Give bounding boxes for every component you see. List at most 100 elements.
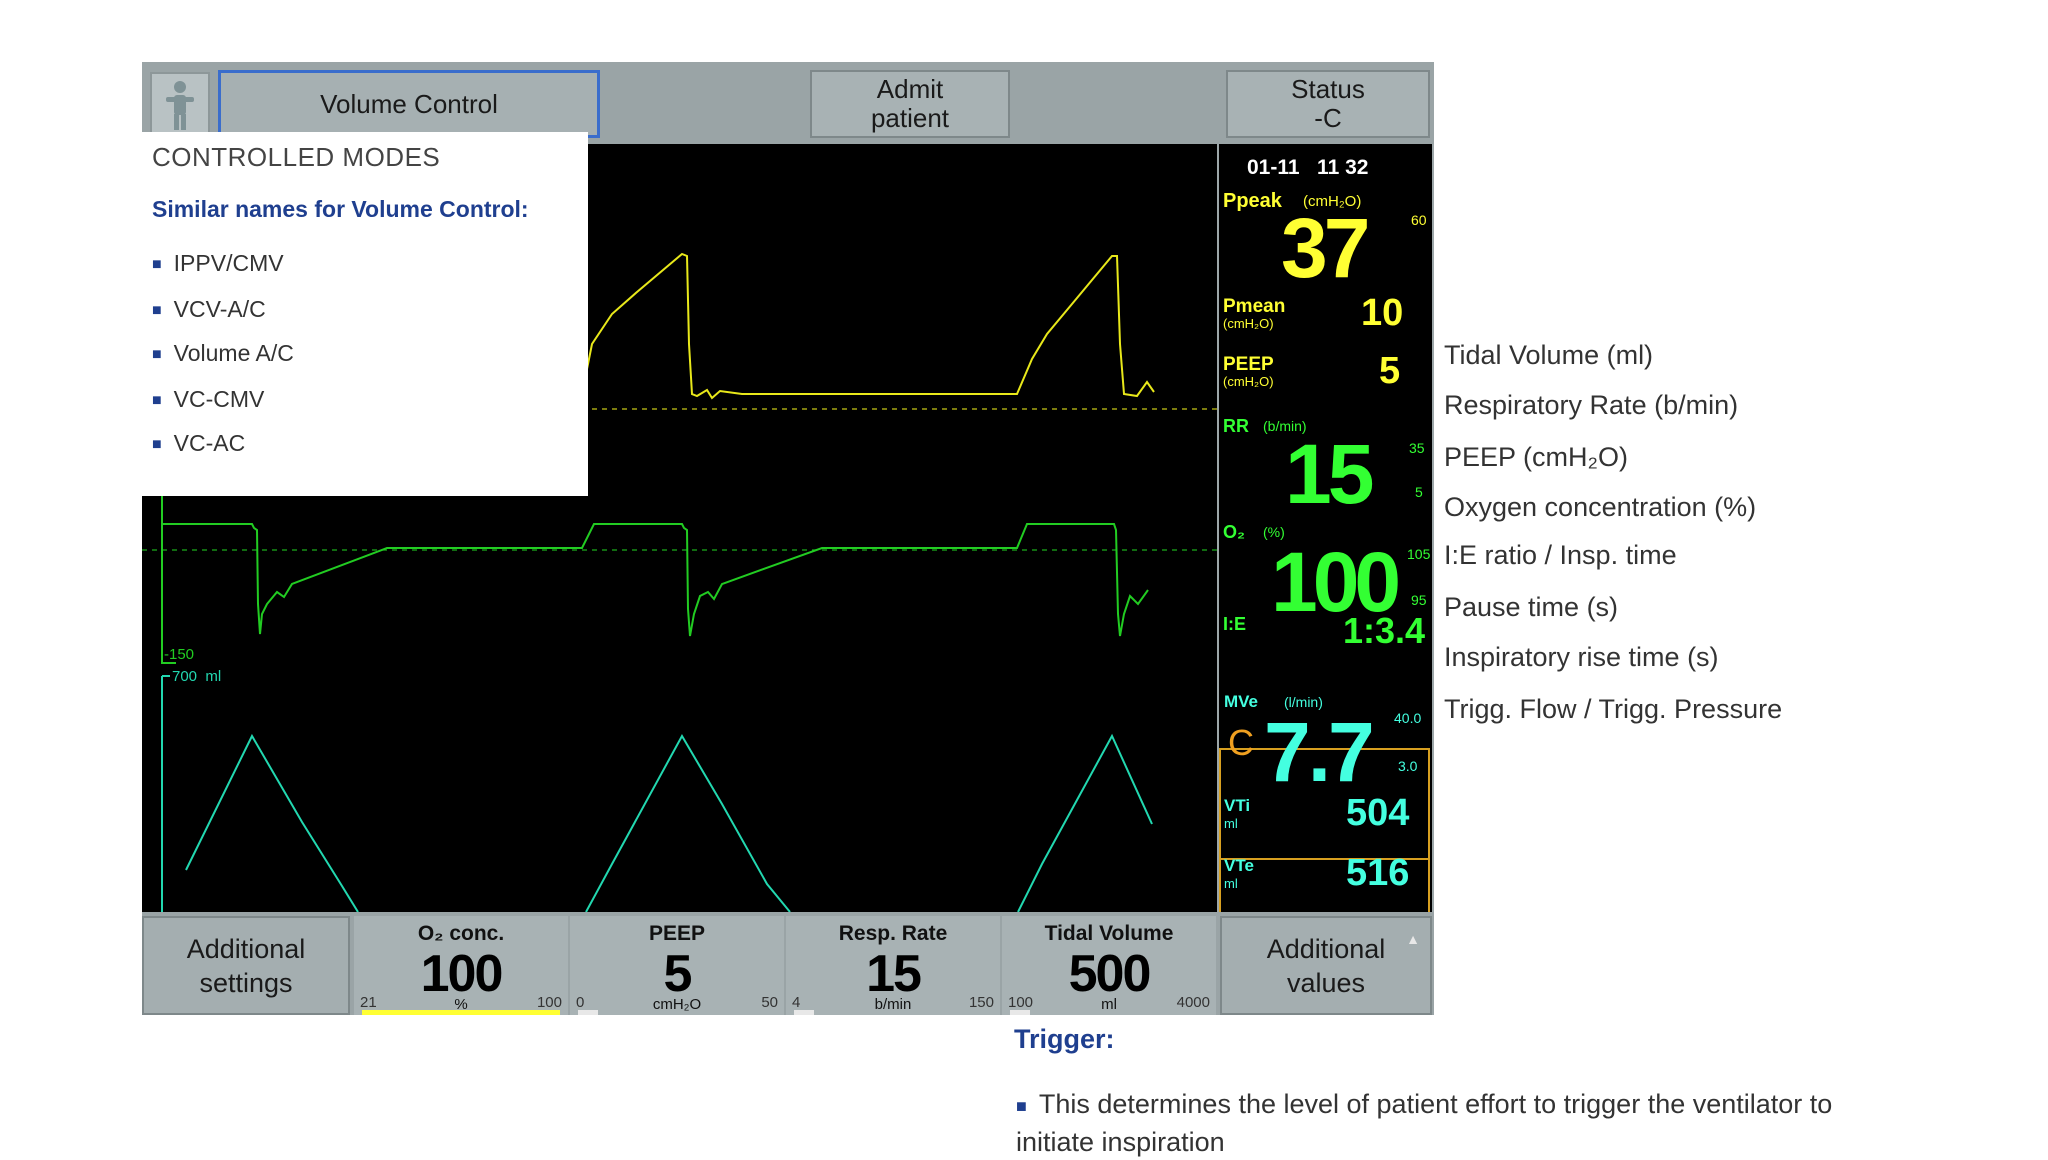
pmean-value: 10 (1361, 292, 1404, 334)
parameter-min: 4 (792, 994, 801, 1011)
parameter-value: 15 (866, 945, 922, 1003)
ie-value: 1:3.4 (1343, 610, 1426, 651)
popup-title: CONTROLLED MODES (152, 142, 441, 172)
settings-list-item: Trigg. Flow / Trigg. Pressure (1444, 694, 1783, 724)
peep-value: 5 (1379, 350, 1401, 392)
additional-settings-button[interactable]: Additional settings (142, 916, 350, 1015)
scroll-up-icon[interactable]: ▲ (1406, 922, 1420, 956)
popup-list-item: ■ IPPV/CMV (152, 250, 284, 277)
parameter-level-bar (794, 1010, 814, 1015)
settings-list-item: Tidal Volume (ml) (1444, 340, 1654, 370)
bullet-icon: ■ (152, 435, 162, 453)
parameter-control[interactable]: Tidal Volume 500 ml 100 4000 (1002, 916, 1216, 1015)
popup-list-item: ■ Volume A/C (152, 340, 294, 367)
settings-list-item: Respiratory Rate (b/min) (1444, 390, 1739, 420)
parameter-level-bar (362, 1010, 560, 1015)
parameter-control[interactable]: Resp. Rate 15 b/min 4 150 (786, 916, 1000, 1015)
parameter-max: 100 (536, 994, 562, 1011)
bullet-icon: ■ (1016, 1095, 1027, 1116)
popup-list-item-text: VCV-A/C (173, 296, 266, 322)
rr-high: 35 (1409, 440, 1425, 456)
ppeak-limit: 60 (1411, 212, 1427, 228)
status-label-line2: -C (1314, 103, 1342, 133)
mve-c-indicator: C (1228, 722, 1254, 763)
o2-high: 105 (1407, 546, 1431, 562)
bullet-icon: ■ (152, 255, 162, 273)
parameter-control[interactable]: PEEP 5 cmH₂O 0 50 (570, 916, 784, 1015)
volume-waveform-3 (1017, 733, 1153, 913)
peep-unit: (cmH₂O) (1223, 374, 1274, 389)
popup-subtitle: Similar names for Volume Control: (152, 196, 529, 222)
mode-button-volume-control[interactable]: Volume Control (218, 70, 600, 138)
rr-label: RR (1223, 416, 1249, 436)
settings-list-item: Oxygen concentration (%) (1444, 492, 1757, 522)
peep-label: PEEP (1223, 354, 1274, 375)
rr-value: 15 (1285, 427, 1374, 521)
volume-waveform-2 (585, 733, 791, 913)
volume-scale-label: 700 ml (172, 668, 222, 685)
mve-high: 40.0 (1394, 710, 1422, 726)
ppeak-label: Ppeak (1223, 190, 1282, 212)
parameter-label: Tidal Volume (1044, 922, 1174, 945)
volume-waveform (185, 733, 359, 913)
parameter-max: 50 (761, 994, 778, 1011)
popup-list-item: ■ VC-CMV (152, 386, 264, 413)
patient-type-button[interactable] (150, 72, 210, 138)
additional-values-button[interactable]: Additional values ▲ (1220, 916, 1432, 1015)
vte-value: 516 (1346, 852, 1410, 894)
popup-list-item-text: IPPV/CMV (173, 250, 284, 276)
parameter-label: PEEP (648, 922, 706, 945)
popup-list-item: ■ VC-AC (152, 430, 245, 457)
admit-label-line1: Admit (876, 74, 944, 104)
pmean-unit: (cmH₂O) (1223, 316, 1274, 331)
mve-low: 3.0 (1398, 758, 1418, 774)
flow-waveform (162, 523, 1149, 637)
popup-list-item-text: VC-AC (173, 430, 246, 456)
bullet-icon: ■ (152, 345, 162, 363)
datetime-readout: 01-11 11 32 (1247, 156, 1369, 179)
parameter-value: 100 (420, 945, 504, 1003)
trigger-description: ■ This determines the level of patient ef… (1016, 1086, 1896, 1160)
ie-label: I:E (1223, 614, 1247, 634)
parameter-label: O₂ conc. (417, 922, 505, 945)
bullet-icon: ■ (152, 391, 162, 409)
parameter-label: Resp. Rate (838, 922, 948, 945)
controlled-modes-popup: CONTROLLED MODES Similar names for Volum… (142, 132, 588, 496)
settings-list-item: Inspiratory rise time (s) (1444, 642, 1719, 672)
trigger-heading: Trigger: (1014, 1024, 1115, 1054)
admit-patient-button[interactable]: Admit patient (810, 70, 1010, 138)
pmean-label: Pmean (1223, 296, 1286, 317)
parameter-max: 4000 (1176, 994, 1210, 1011)
o2-label: O₂ (1223, 522, 1245, 542)
trigger-text: This determines the level of patient eff… (1016, 1089, 1833, 1157)
vti-value: 504 (1346, 792, 1410, 834)
parameter-level-bar (578, 1010, 598, 1015)
settings-list-item: I:E ratio / Insp. time (1444, 540, 1677, 570)
vti-unit: ml (1224, 816, 1238, 831)
mve-value: 7.7 (1264, 705, 1375, 799)
bottom-bar: Additional settings O₂ conc. 100% 21 100 PEE… (142, 912, 1434, 1015)
mve-label: MVe (1224, 692, 1259, 711)
flow-min-label: -150 (164, 646, 195, 663)
bullet-icon: ■ (152, 301, 162, 319)
mode-button-label: Volume Control (320, 88, 498, 119)
parameter-level-bar (1010, 1010, 1030, 1015)
add-settings-line1: Additional (186, 933, 306, 964)
rr-low: 5 (1415, 484, 1423, 500)
vte-label: VTe (1224, 856, 1254, 875)
ppeak-value: 37 (1281, 201, 1370, 295)
parameter-unit: b/min (874, 996, 912, 1013)
parameter-value: 5 (663, 945, 693, 1003)
settings-list-item: PEEP (cmH₂O) (1444, 442, 1629, 472)
parameter-min: 21 (360, 994, 377, 1011)
parameter-min: 0 (576, 994, 585, 1011)
parameter-max: 150 (968, 994, 994, 1011)
settings-list-item: Pause time (s) (1444, 592, 1619, 622)
add-values-line1: Additional (1266, 933, 1386, 964)
vte-unit: ml (1224, 876, 1238, 891)
status-button[interactable]: Status -C (1226, 70, 1430, 138)
parameter-control[interactable]: O₂ conc. 100% 21 100 (354, 916, 568, 1015)
status-label-line1: Status (1291, 74, 1365, 104)
parameter-unit: cmH₂O (652, 996, 702, 1013)
vti-label: VTi (1224, 796, 1251, 815)
